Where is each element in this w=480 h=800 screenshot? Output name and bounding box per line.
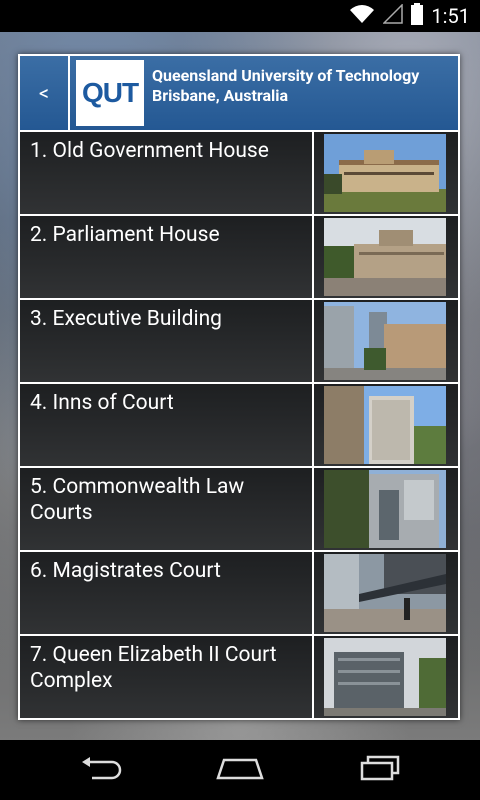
list-item-label: 2. Parliament House [30,223,220,247]
list-item-label: 4. Inns of Court [30,391,174,415]
thumbnail-image [324,218,446,296]
list-item-label: 7. Queen Elizabeth II Court Complex [30,643,277,693]
thumbnail-image [324,470,446,548]
qut-logo: QUT [76,60,144,126]
navigation-bar [0,740,480,800]
back-arrow-icon [78,756,122,784]
wifi-icon [349,4,375,28]
status-bar: 1:51 [0,0,480,32]
divider [312,300,314,382]
list-item-queen-elizabeth-ii-court-complex[interactable]: 7. Queen Elizabeth II Court Complex [20,636,458,718]
list-item-label: 1. Old Government House [30,139,269,163]
thumbnail-image [324,134,446,212]
home-nav-button[interactable] [215,754,265,786]
divider [312,468,314,550]
divider [312,552,314,634]
status-time: 1:51 [431,4,470,28]
status-icons: 1:51 [349,0,470,32]
list-item-executive-building[interactable]: 3. Executive Building [20,300,458,382]
home-icon [216,756,264,784]
thumbnail-image [324,302,446,380]
list-item-label: 6. Magistrates Court [30,559,221,583]
list-item-magistrates-court[interactable]: 6. Magistrates Court [20,552,458,634]
app-header: < QUT Queensland University of Technolog… [20,56,458,130]
header-text: Queensland University of Technology Bris… [152,66,419,106]
header-title: Queensland University of Technology [152,66,420,85]
header-subtitle: Brisbane, Australia [152,86,289,105]
places-list: 1. Old Government House 2. Parliament Ho… [20,132,458,720]
list-item-commonwealth-law-courts[interactable]: 5. Commonwealth Law Courts [20,468,458,550]
list-item-label: 5. Commonwealth Law Courts [30,475,245,525]
divider [312,216,314,298]
divider [312,636,314,718]
places-panel: < QUT Queensland University of Technolog… [18,54,460,720]
thumbnail-image [324,638,446,716]
recents-nav-button[interactable] [355,754,405,786]
recent-apps-icon [358,755,402,785]
thumbnail-image [324,554,446,632]
logo-text: QUT [81,77,139,108]
back-button[interactable]: < [20,56,70,130]
signal-icon [382,3,404,28]
list-item-old-government-house[interactable]: 1. Old Government House [20,132,458,214]
divider [312,384,314,466]
list-item-label: 3. Executive Building [30,307,222,331]
back-nav-button[interactable] [75,754,125,786]
divider [312,132,314,214]
list-item-inns-of-court[interactable]: 4. Inns of Court [20,384,458,466]
battery-icon [411,3,424,29]
list-item-parliament-house[interactable]: 2. Parliament House [20,216,458,298]
thumbnail-image [324,386,446,464]
